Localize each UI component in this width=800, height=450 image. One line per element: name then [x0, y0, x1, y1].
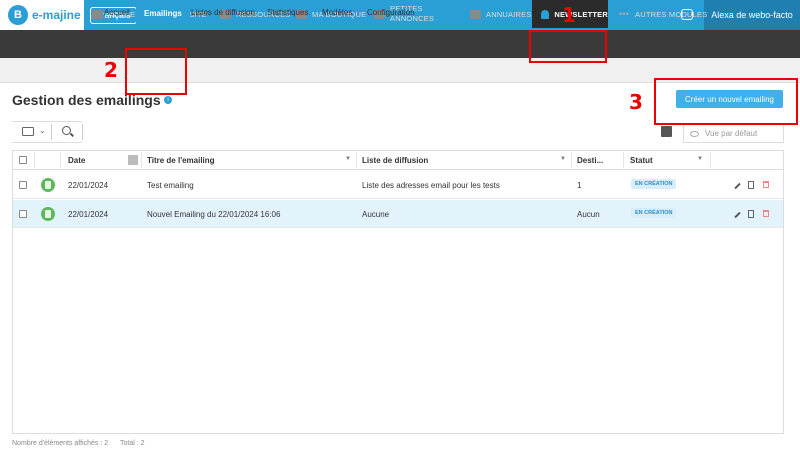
column-divider — [623, 152, 624, 168]
subnav-accueil[interactable]: Accueil — [104, 0, 130, 24]
envelope-icon — [541, 9, 550, 19]
status-badge: EN CRÉATION — [631, 179, 677, 189]
sort-button[interactable] — [128, 155, 138, 165]
row-checkbox[interactable] — [19, 210, 27, 218]
column-divider — [34, 152, 35, 168]
cell-list: Aucune — [362, 210, 390, 219]
logo-badge: B — [8, 5, 28, 25]
annotation-box-newsletter — [529, 30, 607, 63]
row-checkbox[interactable] — [19, 181, 27, 189]
column-header-liste[interactable]: Liste de diffusion — [362, 150, 428, 170]
chevron-down-icon[interactable]: ▼ — [697, 156, 703, 162]
annotation-number: 2 — [104, 58, 118, 82]
cell-title[interactable]: Nouvel Emailing du 22/01/2024 16:06 — [147, 210, 280, 219]
logo-text: e-majine — [32, 8, 81, 22]
subnav-configuration[interactable]: Configuration — [367, 0, 415, 24]
trash-icon[interactable] — [763, 210, 769, 217]
chevron-down-icon[interactable]: ▼ — [345, 156, 351, 162]
list-view-icon[interactable] — [22, 127, 34, 136]
displayed-count: Nombre d'éléments affichés : 2 — [12, 440, 109, 447]
list-icon — [470, 9, 481, 19]
info-icon[interactable]: i — [164, 96, 172, 104]
column-header-titre[interactable]: Titre de l'emailing — [147, 150, 215, 170]
trash-icon[interactable] — [763, 181, 769, 188]
cell-list: Liste des adresses email pour les tests — [362, 181, 500, 190]
column-header-statut[interactable]: Statut — [630, 150, 653, 170]
column-divider — [141, 152, 142, 168]
nav-label: ANNUAIRES — [486, 9, 532, 19]
column-divider — [710, 152, 711, 168]
select-all-checkbox[interactable] — [19, 156, 27, 164]
cell-date: 22/01/2024 — [68, 210, 109, 219]
table-footer: Nombre d'éléments affichés : 2 Total : 2 — [12, 440, 155, 447]
annotation-number: 3 — [629, 90, 643, 114]
save-icon[interactable] — [661, 126, 672, 137]
annotation-box-create — [654, 78, 798, 125]
nav-item-annuaires[interactable]: ANNUAIRES — [470, 0, 532, 28]
view-select-label: Vue par défaut — [705, 129, 758, 138]
subnav-listes-de-diffusion[interactable]: Listes de diffusion — [191, 0, 255, 24]
document-icon — [41, 178, 55, 192]
column-divider — [571, 152, 572, 168]
nav-item-autres-modules[interactable]: ••• AUTRES MODULES — [619, 0, 707, 28]
home-icon — [92, 9, 103, 19]
cell-destinataires: Aucun — [577, 210, 600, 219]
column-divider — [356, 152, 357, 168]
annotation-number: 1 — [562, 3, 576, 27]
view-select[interactable]: Vue par défaut — [683, 124, 784, 143]
cell-destinataires: 1 — [577, 181, 582, 190]
cell-title[interactable]: Test emailing — [147, 181, 194, 190]
annotation-box-emailings — [125, 48, 187, 95]
chevron-down-icon[interactable]: ▼ — [560, 156, 566, 162]
document-icon — [41, 207, 55, 221]
user-menu[interactable]: Alexa de webo-facto — [704, 0, 800, 30]
main-nav — [0, 30, 800, 58]
logo[interactable]: B e-majine — [0, 0, 84, 30]
subnav-modeles[interactable]: Modèles — [322, 0, 352, 24]
subnav-emailings[interactable]: Emailings — [136, 2, 190, 24]
search-icon[interactable] — [62, 126, 71, 135]
duplicate-icon[interactable] — [748, 181, 754, 189]
toolbar-divider — [82, 124, 83, 140]
subnav-statistiques[interactable]: Statistiques — [267, 0, 308, 24]
column-header-date[interactable]: Date — [68, 150, 85, 170]
toolbar-divider — [51, 124, 52, 140]
chevron-down-icon[interactable]: ⌄ — [39, 126, 46, 135]
column-divider — [60, 152, 61, 168]
nav-label: AUTRES MODULES — [635, 9, 708, 19]
duplicate-icon[interactable] — [748, 210, 754, 218]
column-header-destinataires[interactable]: Desti... — [577, 150, 603, 170]
eye-icon — [690, 130, 699, 137]
status-badge: EN CRÉATION — [631, 208, 677, 218]
cell-date: 22/01/2024 — [68, 181, 109, 190]
total-count: Total : 2 — [119, 440, 145, 447]
dots-icon: ••• — [619, 8, 630, 19]
